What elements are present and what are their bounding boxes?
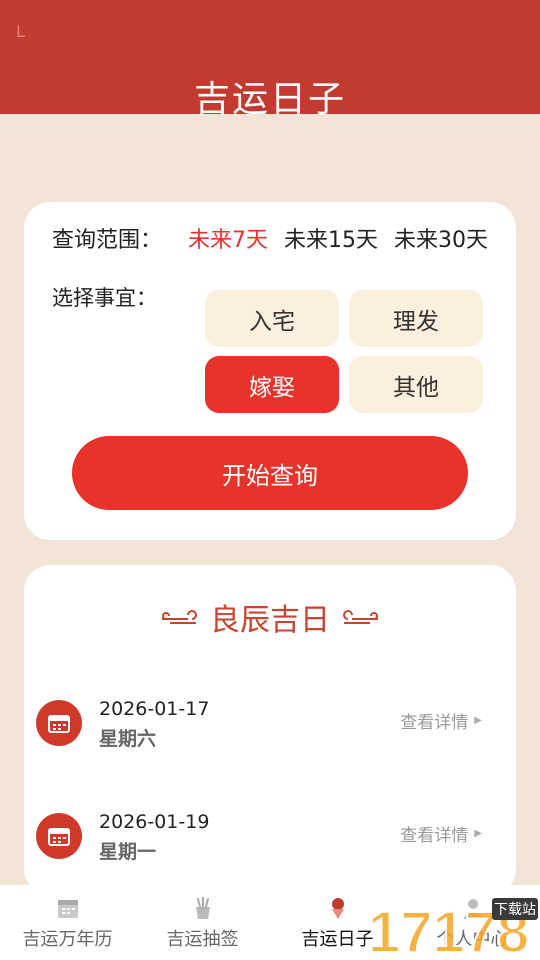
- site-watermark: 17178 下载站: [367, 898, 538, 960]
- tab-calendar[interactable]: 吉运万年历: [0, 885, 135, 960]
- calendar-icon: [57, 900, 78, 918]
- status-indicator: L: [16, 22, 25, 41]
- chevron-right-icon: ▶: [474, 828, 482, 839]
- lottery-sticks-icon: [195, 897, 210, 919]
- range-option-30-days[interactable]: 未来30天: [394, 222, 488, 254]
- calendar-icon: [36, 700, 82, 746]
- cloud-ornament-left-icon: [162, 610, 197, 624]
- range-label: 查询范围：: [52, 228, 163, 253]
- tab-label: 吉运抽签: [166, 929, 239, 950]
- header: L 吉运日子: [0, 0, 540, 120]
- matter-option-other[interactable]: 其他: [349, 356, 483, 413]
- view-detail-link[interactable]: 查看详情 ▶: [400, 708, 482, 733]
- range-row: 查询范围： 未来7天 未来15天 未来30天: [52, 222, 504, 254]
- chevron-right-icon: ▶: [474, 715, 482, 726]
- range-option-7-days[interactable]: 未来7天: [188, 222, 268, 254]
- cloud-ornament-right-icon: [343, 610, 378, 624]
- list-item[interactable]: 2026-01-19 星期一 查看详情 ▶: [36, 805, 506, 865]
- day-weekday: 星期六: [99, 728, 157, 750]
- tab-lottery[interactable]: 吉运抽签: [135, 885, 270, 960]
- calendar-icon: [36, 813, 82, 859]
- matter-option-move-in[interactable]: 入宅: [205, 290, 339, 347]
- matter-options: 入宅 理发 嫁娶 其他: [205, 290, 483, 413]
- view-detail-label: 查看详情: [400, 713, 469, 733]
- day-weekday: 星期一: [99, 841, 157, 863]
- view-detail-label: 查看详情: [400, 826, 469, 846]
- matter-option-haircut[interactable]: 理发: [349, 290, 483, 347]
- matter-label: 选择事宜：: [52, 286, 157, 310]
- results-card: 良辰吉日 2026-01-17 星期六 查看详情 ▶ 2026-01-19 星期…: [24, 565, 516, 895]
- start-query-button[interactable]: 开始查询: [72, 436, 468, 510]
- svg-text:下载站: 下载站: [494, 902, 536, 918]
- results-title: 良辰吉日: [210, 603, 330, 638]
- matter-option-wedding[interactable]: 嫁娶: [205, 356, 339, 413]
- bottom-tab-bar: 吉运万年历 吉运抽签 吉运日子 个人中心 17178 下载站: [0, 885, 540, 960]
- tab-label: 吉运万年历: [22, 929, 113, 950]
- range-option-15-days[interactable]: 未来15天: [284, 222, 378, 254]
- view-detail-link[interactable]: 查看详情 ▶: [400, 821, 482, 846]
- results-heading: 良辰吉日: [24, 595, 516, 639]
- day-date: 2026-01-17: [99, 698, 210, 720]
- day-date: 2026-01-19: [99, 811, 210, 833]
- list-item[interactable]: 2026-01-17 星期六 查看详情 ▶: [36, 692, 506, 752]
- query-card: 查询范围： 未来7天 未来15天 未来30天 选择事宜： 入宅 理发 嫁娶 其他…: [24, 202, 516, 540]
- page-title: 吉运日子: [193, 79, 346, 120]
